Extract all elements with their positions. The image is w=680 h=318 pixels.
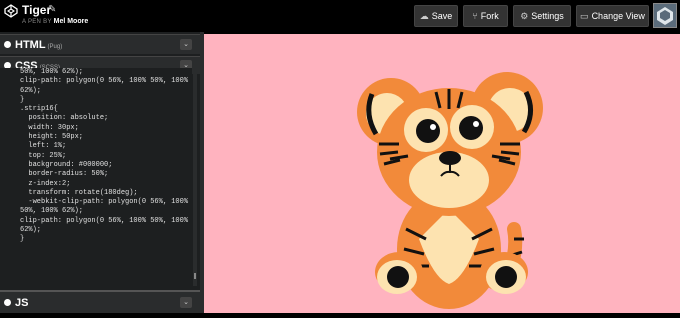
code-line[interactable]: width: 30px; [0,124,192,133]
code-line[interactable]: } [0,235,192,244]
code-text: z-index:2; [20,179,71,188]
layout-icon: ▭ [580,10,589,21]
preview-pane [204,34,680,313]
html-panel-indicator-icon [4,41,11,48]
code-line[interactable]: clip-path: polygon(0 56%, 100% 50%, 100% [0,77,192,86]
code-text: } [20,95,25,104]
code-text: clip-path: polygon(0 56%, 100% 50%, 100% [20,216,189,225]
gear-icon: ⚙ [520,10,529,21]
cloud-icon: ☁ [419,10,429,21]
code-text: left: 1%; [20,142,67,151]
editor-scrollbar[interactable] [193,68,197,286]
pen-title[interactable]: Tiger [22,3,51,17]
code-line[interactable]: } [0,96,192,105]
code-line[interactable]: border-radius: 50%; [0,170,192,179]
js-panel-indicator-icon [4,299,11,306]
codepen-logo-icon[interactable] [4,4,18,18]
code-line[interactable]: z-index:2; [0,180,192,189]
change-view-label: Change View [591,11,645,21]
code-text: width: 30px; [20,123,79,132]
avatar[interactable] [653,3,677,28]
code-text: border-radius: 50%; [20,170,109,179]
pencil-icon[interactable]: ✎ [48,4,56,15]
code-text: -webkit-clip-path: polygon(0 56%, 100% [20,198,189,207]
tiger-left-eye [404,108,448,152]
code-line[interactable]: transform: rotate(180deg); [0,189,192,198]
code-text: height: 50px; [20,133,84,142]
change-view-button[interactable]: ▭ Change View [576,5,649,27]
js-panel-header[interactable]: JS ⌄ [0,290,200,313]
code-line[interactable]: left: 1%; [0,142,192,151]
fork-label: Fork [480,11,499,21]
code-text: } [20,235,25,244]
code-line[interactable]: 62%); [0,87,192,96]
settings-label: Settings [531,11,564,21]
save-label: Save [431,11,453,21]
author-link[interactable]: Mel Moore [54,18,89,25]
chevron-down-icon[interactable]: ⌄ [180,297,192,308]
code-text: .strip16{ [20,105,58,114]
code-line[interactable]: -webkit-clip-path: polygon(0 56%, 100% [0,198,192,207]
code-line[interactable]: 62%); [0,226,192,235]
tiger-right-eye [450,105,494,149]
js-panel-title: JS [15,297,29,309]
code-text: 50%, 100% 62%); [20,207,84,216]
tiger-illustration [357,72,543,309]
code-line[interactable]: 50%, 100% 62%); [0,68,192,77]
editor-pane: HTML(Pug) ⌄ CSS(SCSS) ⌄ 50%, 100% 62%);c… [0,32,200,313]
code-line[interactable]: top: 25%; [0,152,192,161]
code-text: clip-path: polygon(0 56%, 100% 50%, 100% [20,77,189,86]
scrollbar-thumb[interactable] [194,273,196,279]
code-line[interactable]: height: 50px; [0,133,192,142]
fork-button[interactable]: ⑂ Fork [463,5,508,27]
code-line[interactable]: position: absolute; [0,114,192,123]
code-line[interactable]: clip-path: polygon(0 56%, 100% 50%, 100% [0,217,192,226]
code-text: transform: rotate(180deg); [20,188,138,197]
fork-icon: ⑂ [472,11,478,21]
code-line[interactable]: background: #000000; [0,161,192,170]
byline-prefix: A PEN BY [22,19,52,25]
html-panel-header[interactable]: HTML (Pug) ⌄ [0,34,200,54]
css-code-editor[interactable]: 50%, 100% 62%); clip-path: polygon(0 56%,… [0,68,192,286]
top-bar: Tiger ✎ A PEN BY Mel Moore ☁ Save ⑂ Fork… [0,0,680,32]
settings-button[interactable]: ⚙ Settings [513,5,571,27]
code-line[interactable]: 50%, 100% 62%); [0,207,192,216]
code-line[interactable]: .strip16{ [0,105,192,114]
code-text: top: 25%; [20,151,67,160]
pen-byline: A PEN BY Mel Moore [22,18,88,25]
code-text: 50%, 100% 62%); [20,68,84,76]
code-text: 62%); [20,86,42,95]
user-avatar-image [657,7,673,25]
code-text: position: absolute; [20,114,109,123]
code-text: 62%); [20,226,42,235]
html-panel-title: HTML (Pug) [15,39,63,51]
chevron-down-icon[interactable]: ⌄ [180,39,192,50]
save-button[interactable]: ☁ Save [414,5,458,27]
code-text: background: #000000; [20,160,113,169]
